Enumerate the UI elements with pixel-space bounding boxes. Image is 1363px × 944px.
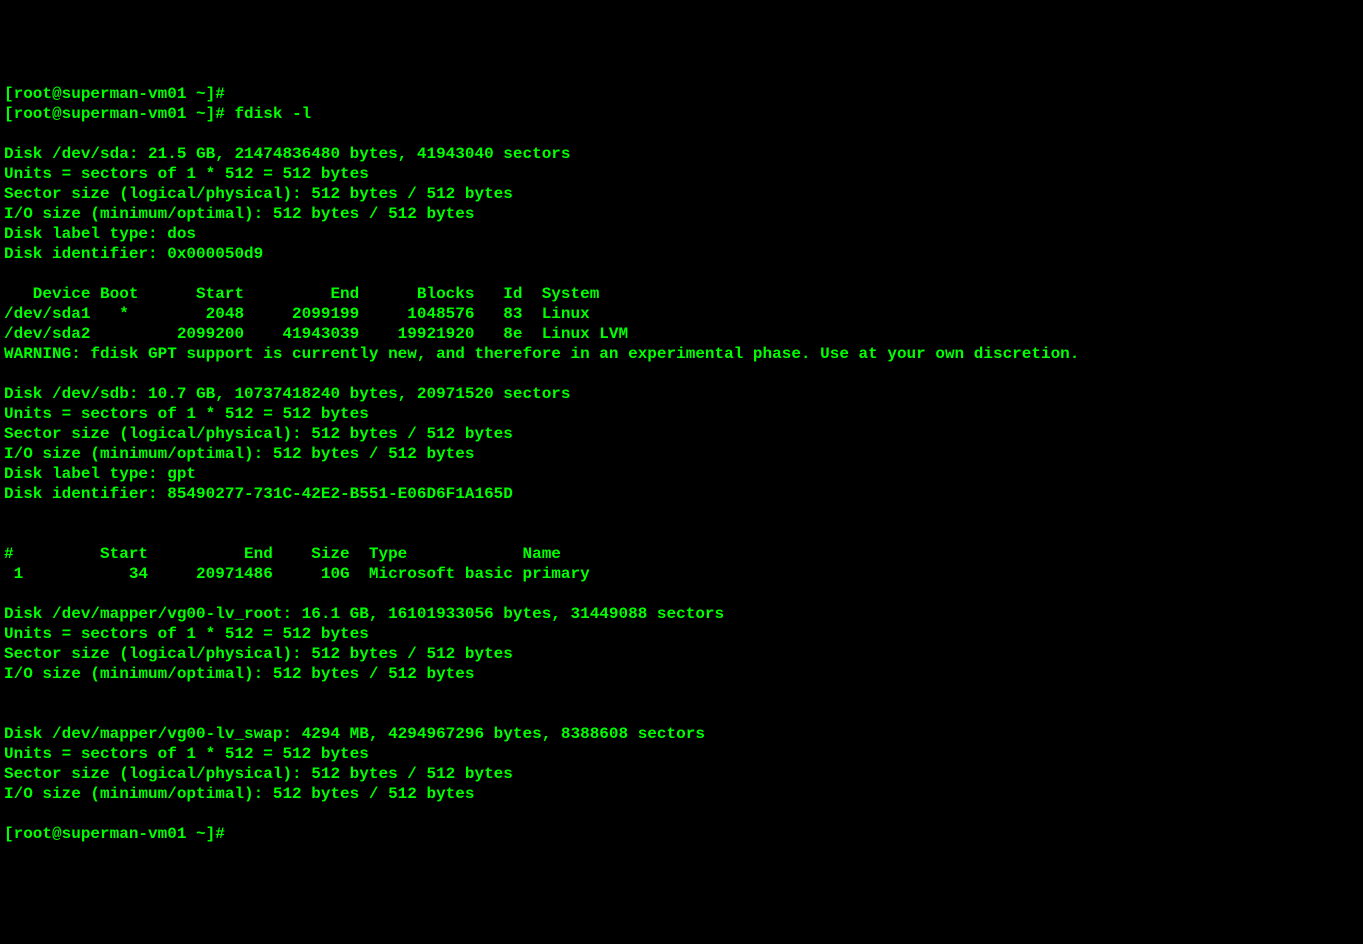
disk-sda-units: Units = sectors of 1 * 512 = 512 bytes [4, 165, 369, 183]
disk-lvroot-io-size: I/O size (minimum/optimal): 512 bytes / … [4, 665, 474, 683]
disk-lvswap-header: Disk /dev/mapper/vg00-lv_swap: 4294 MB, … [4, 725, 705, 743]
disk-sdb-io-size: I/O size (minimum/optimal): 512 bytes / … [4, 445, 474, 463]
disk-sdb-label-type: Disk label type: gpt [4, 465, 196, 483]
gpt-warning: WARNING: fdisk GPT support is currently … [4, 345, 1079, 363]
disk-sda-sector-size: Sector size (logical/physical): 512 byte… [4, 185, 513, 203]
disk-lvroot-sector-size: Sector size (logical/physical): 512 byte… [4, 645, 513, 663]
disk-sda-header: Disk /dev/sda: 21.5 GB, 21474836480 byte… [4, 145, 571, 163]
prompt-line-3[interactable]: [root@superman-vm01 ~]# [4, 825, 225, 843]
prompt-line-2: [root@superman-vm01 ~]# fdisk -l [4, 105, 311, 123]
disk-lvswap-sector-size: Sector size (logical/physical): 512 byte… [4, 765, 513, 783]
disk-lvswap-units: Units = sectors of 1 * 512 = 512 bytes [4, 745, 369, 763]
disk-sda-partition-1: /dev/sda1 * 2048 2099199 1048576 83 Linu… [4, 305, 590, 323]
disk-sda-io-size: I/O size (minimum/optimal): 512 bytes / … [4, 205, 474, 223]
disk-sda-table-header: Device Boot Start End Blocks Id System [4, 285, 599, 303]
disk-sdb-units: Units = sectors of 1 * 512 = 512 bytes [4, 405, 369, 423]
disk-sda-partition-2: /dev/sda2 2099200 41943039 19921920 8e L… [4, 325, 628, 343]
disk-sdb-header: Disk /dev/sdb: 10.7 GB, 10737418240 byte… [4, 385, 571, 403]
prompt-line-1: [root@superman-vm01 ~]# [4, 85, 225, 103]
disk-lvroot-header: Disk /dev/mapper/vg00-lv_root: 16.1 GB, … [4, 605, 724, 623]
disk-sdb-sector-size: Sector size (logical/physical): 512 byte… [4, 425, 513, 443]
disk-sdb-table-header: # Start End Size Type Name [4, 545, 561, 563]
disk-sda-label-type: Disk label type: dos [4, 225, 196, 243]
terminal-output[interactable]: [root@superman-vm01 ~]# [root@superman-v… [4, 84, 1359, 844]
disk-lvroot-units: Units = sectors of 1 * 512 = 512 bytes [4, 625, 369, 643]
disk-sda-identifier: Disk identifier: 0x000050d9 [4, 245, 263, 263]
disk-sdb-identifier: Disk identifier: 85490277-731C-42E2-B551… [4, 485, 513, 503]
disk-lvswap-io-size: I/O size (minimum/optimal): 512 bytes / … [4, 785, 474, 803]
disk-sdb-partition-1: 1 34 20971486 10G Microsoft basic primar… [4, 565, 590, 583]
